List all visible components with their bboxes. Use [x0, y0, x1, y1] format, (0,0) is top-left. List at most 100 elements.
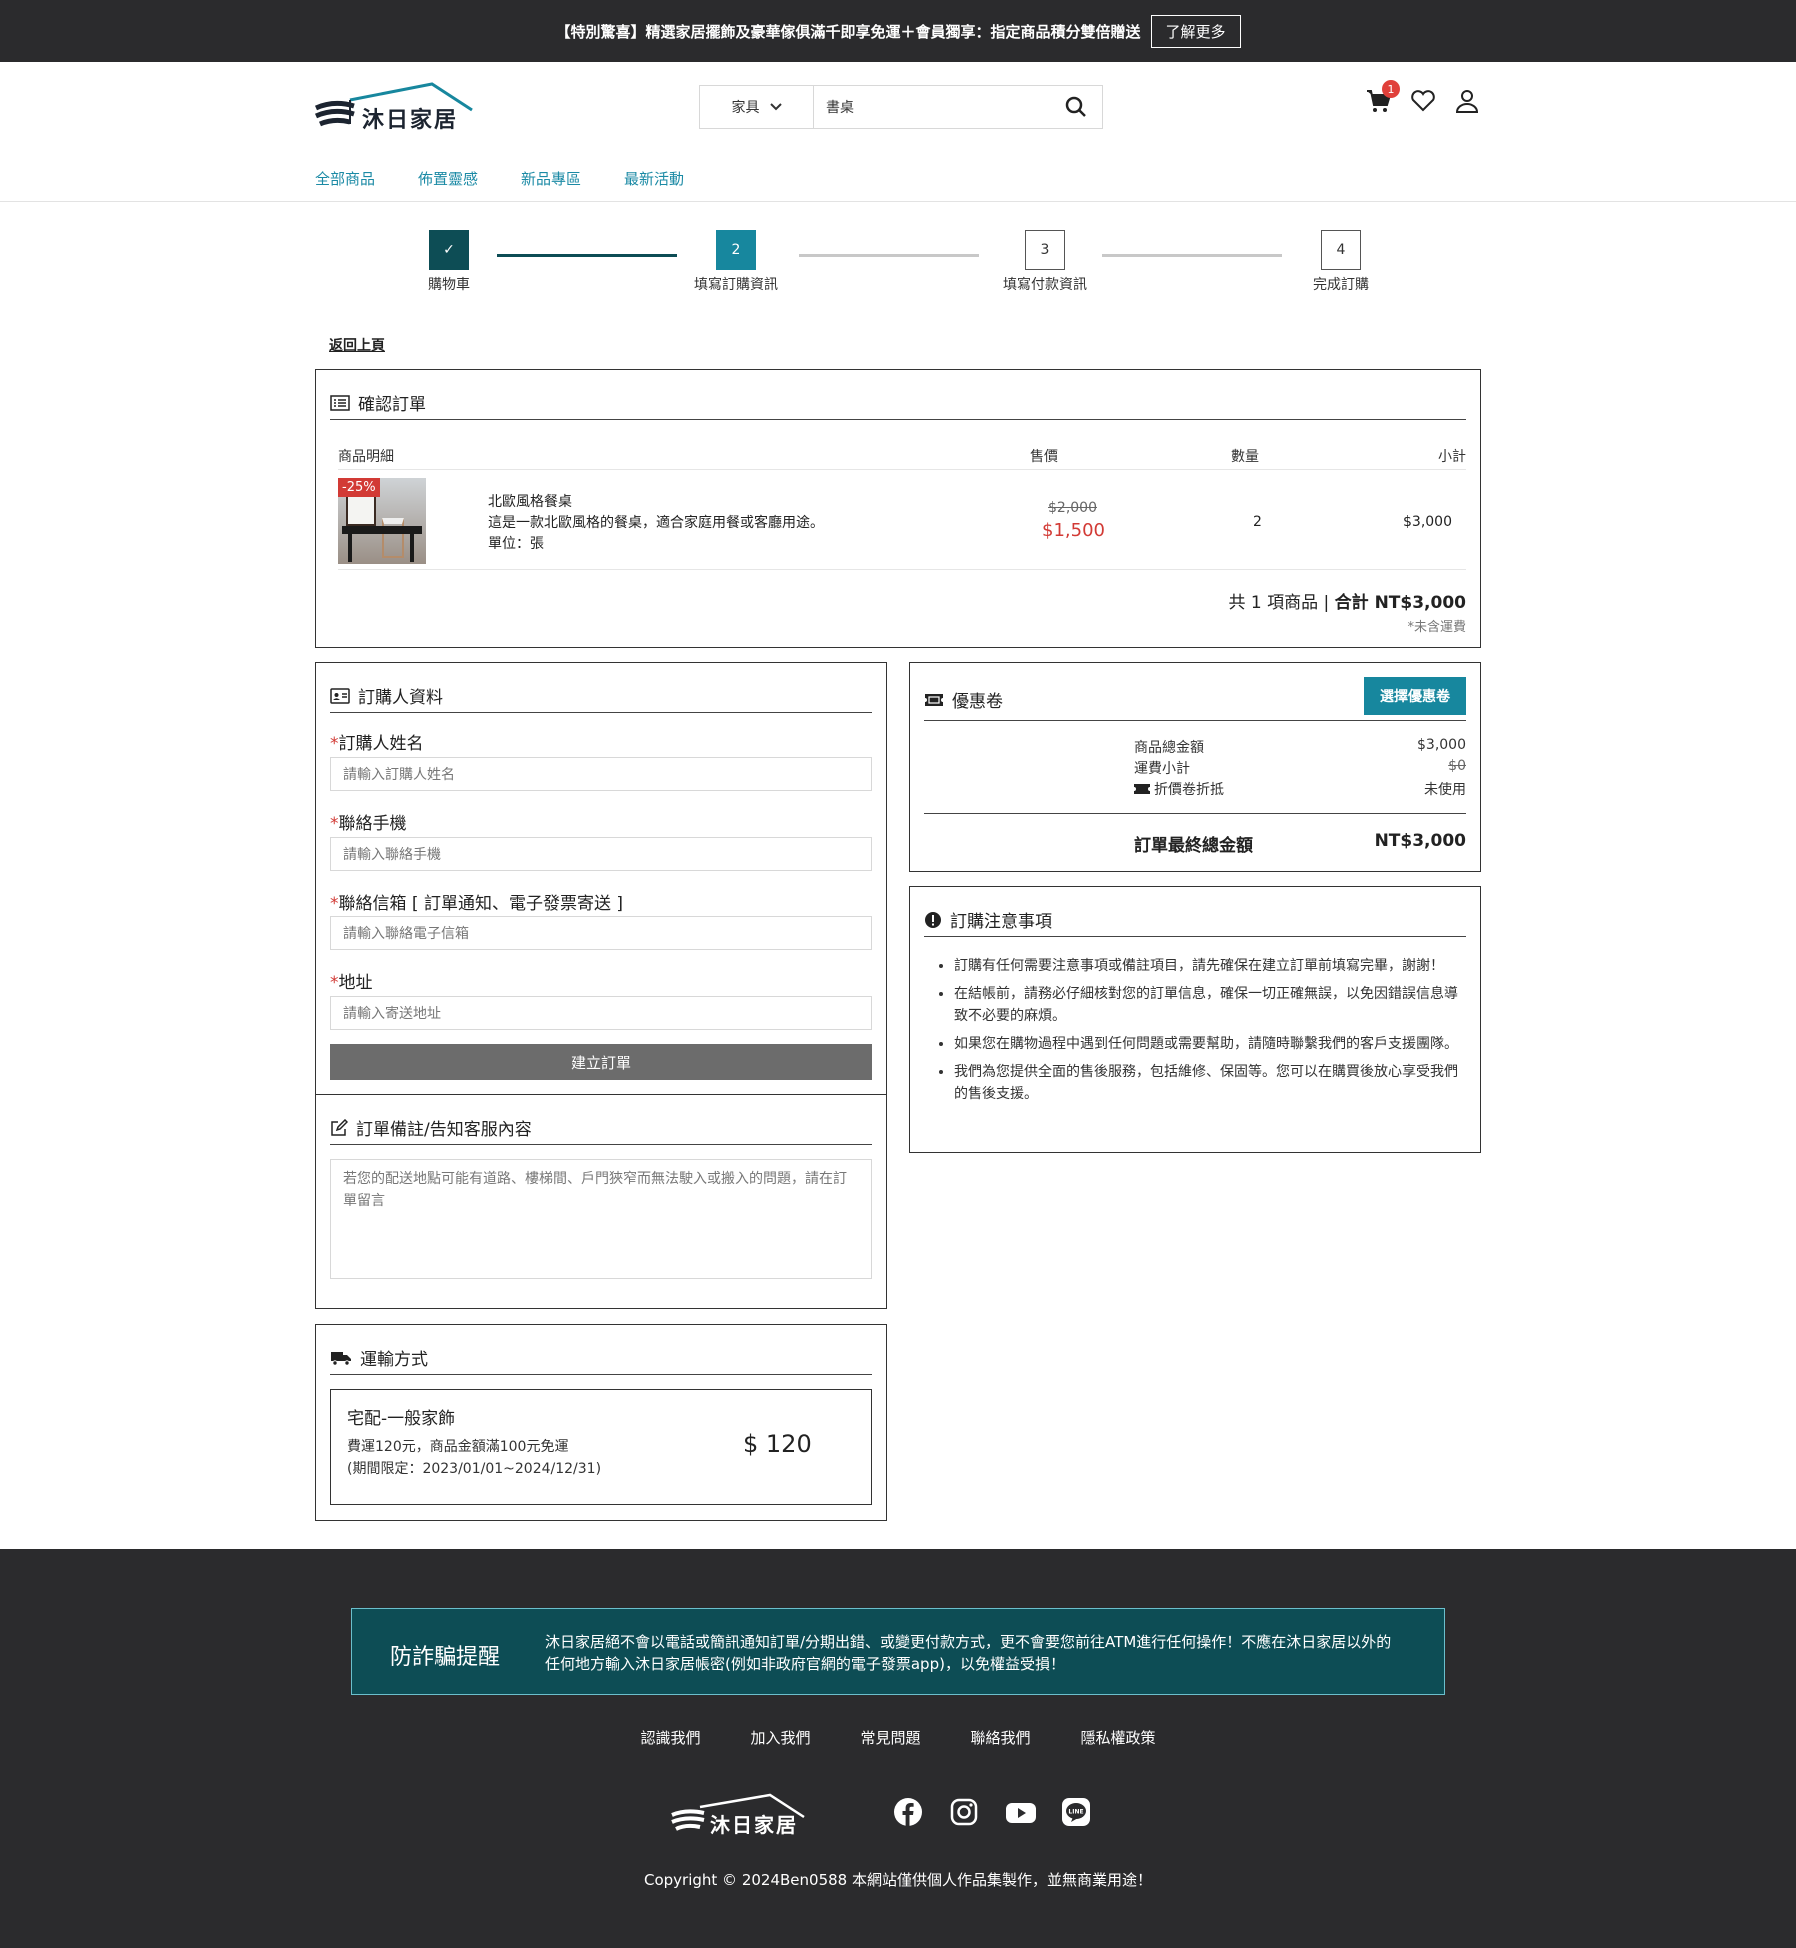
- item-subtotal: $3,000: [1403, 514, 1452, 530]
- step-4-box: 4: [1321, 230, 1361, 270]
- shipping-option-name: 宅配-一般家飾: [347, 1409, 456, 1429]
- col-price: 售價: [1030, 449, 1058, 465]
- order-item-count: 共 1 項商品 |: [1228, 593, 1335, 613]
- shipping-option-price: $ 120: [743, 1430, 812, 1458]
- order-remark-textarea[interactable]: 若您的配送地點可能有道路、樓梯間、戶門狹窄而無法駛入或搬入的問題，請在訂單留言: [330, 1159, 872, 1279]
- anti-fraud-notice: 防詐騙提醒 沐日家居絕不會以電話或簡訊通知訂單/分期出錯、或變更付款方式，更不會…: [351, 1608, 1445, 1695]
- table-row: -25% 北歐風格餐桌 這是一款北歐風格的餐桌，適合家庭用餐或客廳用途。 單位：…: [338, 474, 1466, 570]
- product-description: 這是一款北歐風格的餐桌，適合家庭用餐或客廳用途。: [488, 515, 824, 531]
- learn-more-button[interactable]: 了解更多: [1150, 14, 1241, 48]
- svg-text:LINE: LINE: [1068, 1809, 1083, 1816]
- final-total-label: 訂單最終總金額: [1134, 836, 1253, 856]
- step-4-label: 完成訂購: [1313, 277, 1369, 293]
- email-field[interactable]: 請輸入聯絡電子信箱: [330, 916, 872, 950]
- address-label: *地址: [330, 973, 373, 993]
- footer-logo[interactable]: 沐日家居: [670, 1791, 810, 1841]
- nav-new-arrivals[interactable]: 新品專區: [521, 168, 581, 189]
- address-field[interactable]: 請輸入寄送地址: [330, 996, 872, 1030]
- search-bar: 家具: [699, 85, 1103, 129]
- coupon-card: 優惠卷 選擇優惠卷 商品總金額 $3,000 運費小計 $0 折價卷折抵 未使用 訂…: [909, 662, 1481, 872]
- name-label: *訂購人姓名: [330, 734, 424, 754]
- footer-brand-name: 沐日家居: [710, 1813, 798, 1837]
- order-notice-list: 訂購有任何需要注意事項或備註項目，請先確保在建立訂單前填寫完畢，謝謝！ 在結帳前…: [934, 955, 1460, 1111]
- checkout-steps: ✓ 購物車 2 填寫訂購資訊 3 填寫付款資訊 4 完成訂購: [0, 230, 1796, 300]
- phone-field[interactable]: 請輸入聯絡手機: [330, 837, 872, 871]
- order-notice-title-text: 訂購注意事項: [950, 912, 1052, 932]
- coupon-title-text: 優惠卷: [952, 692, 1003, 712]
- select-coupon-button[interactable]: 選擇優惠卷: [1364, 677, 1466, 715]
- ticket-icon: [925, 693, 943, 706]
- cart-button[interactable]: 1: [1366, 80, 1400, 114]
- product-image[interactable]: -25%: [338, 478, 426, 564]
- step-1-box: ✓: [429, 230, 469, 270]
- item-quantity: 2: [1253, 514, 1262, 530]
- create-order-button[interactable]: 建立訂單: [330, 1044, 872, 1080]
- col-qty: 數量: [1231, 449, 1259, 465]
- promo-bar: 【特別驚喜】精選家居擺飾及豪華傢俱滿千即享免運＋會員獨享：指定商品積分雙倍贈送 …: [0, 0, 1796, 62]
- step-2-label: 填寫訂購資訊: [694, 277, 778, 293]
- back-link[interactable]: 返回上頁: [329, 335, 385, 355]
- footer-link-privacy[interactable]: 隱私權政策: [1081, 1727, 1156, 1748]
- step-3-label: 填寫付款資訊: [1003, 277, 1087, 293]
- discount-badge: -25%: [338, 478, 380, 497]
- line-icon[interactable]: LINE: [1061, 1797, 1091, 1827]
- chevron-down-icon: [769, 103, 782, 111]
- cart-count-badge: 1: [1382, 80, 1400, 98]
- step-3-box: 3: [1025, 230, 1065, 270]
- step-line-3: [1102, 254, 1282, 257]
- search-icon: [1065, 96, 1086, 117]
- site-header: 沐日家居 家具 1 全部商品 佈置靈感 新品專區 最新活動: [0, 62, 1796, 202]
- order-notice-card: 訂購注意事項 訂購有任何需要注意事項或備註項目，請先確保在建立訂單前填寫完畢，謝…: [909, 886, 1481, 1153]
- list-item: 如果您在購物過程中遇到任何問題或需要幫助，請隨時聯繫我們的客戶支援團隊。: [954, 1033, 1460, 1055]
- anti-fraud-title: 防詐騙提醒: [390, 1645, 501, 1670]
- order-remark-title-text: 訂單備註/告知客服內容: [356, 1120, 532, 1140]
- shipping-option[interactable]: 宅配-一般家飾 費運120元，商品金額滿100元免運 (期間限定：2023/01…: [330, 1389, 872, 1505]
- header-icons: 1: [1366, 80, 1480, 114]
- footer-link-contact[interactable]: 聯絡我們: [971, 1727, 1031, 1748]
- footer-link-join[interactable]: 加入我們: [750, 1727, 810, 1748]
- ticket-small-icon: [1134, 784, 1150, 794]
- anti-fraud-text: 沐日家居絕不會以電話或簡訊通知訂單/分期出錯、或變更付款方式，更不會要您前往AT…: [545, 1633, 1392, 1673]
- search-button[interactable]: [1050, 86, 1102, 128]
- step-2-box: 2: [716, 230, 756, 270]
- footer-link-about[interactable]: 認識我們: [640, 1727, 700, 1748]
- buyer-info-card: 訂購人資料 *訂購人姓名 請輸入訂購人姓名 *聯絡手機 請輸入聯絡手機 *聯絡信…: [315, 662, 887, 1095]
- product-info: 北歐風格餐桌 這是一款北歐風格的餐桌，適合家庭用餐或客廳用途。 單位：張: [488, 492, 824, 555]
- order-notice-title: 訂購注意事項: [924, 903, 1466, 937]
- shipping-option-desc: 費運120元，商品金額滿100元免運 (期間限定：2023/01/01~2024…: [347, 1439, 602, 1477]
- coupon-discount-row: 折價卷折抵 未使用: [1134, 779, 1466, 799]
- col-subtotal: 小計: [1438, 449, 1466, 465]
- heart-icon: [1411, 90, 1435, 112]
- truck-icon: [331, 1351, 351, 1366]
- wishlist-button[interactable]: [1410, 88, 1436, 114]
- nav-latest-events[interactable]: 最新活動: [624, 168, 684, 189]
- instagram-icon[interactable]: [949, 1797, 979, 1827]
- main-nav: 全部商品 佈置靈感 新品專區 最新活動: [315, 168, 684, 189]
- confirm-order-card: 確認訂單 商品明細 售價 數量 小計 -25% 北歐風格餐桌 這是一款北歐風格的…: [315, 369, 1481, 648]
- product-unit: 單位：張: [488, 536, 544, 552]
- order-table-header: 商品明細 售價 數量 小計: [338, 440, 1466, 470]
- footer-link-faq[interactable]: 常見問題: [860, 1727, 920, 1748]
- social-links: LINE: [893, 1797, 1091, 1827]
- copyright-text: Copyright © 2024Ben0588 本網站僅供個人作品集製作，並無商…: [644, 1871, 1152, 1889]
- step-line-1: [497, 254, 677, 257]
- nav-all-products[interactable]: 全部商品: [315, 168, 375, 189]
- footer-links: 認識我們 加入我們 常見問題 聯絡我們 隱私權政策: [0, 1727, 1796, 1748]
- confirm-order-title-text: 確認訂單: [358, 395, 426, 415]
- youtube-icon[interactable]: [1005, 1797, 1036, 1827]
- step-1-label: 購物車: [428, 277, 470, 293]
- nav-inspiration[interactable]: 佈置靈感: [418, 168, 478, 189]
- name-field[interactable]: 請輸入訂購人姓名: [330, 757, 872, 791]
- goods-total-row: 商品總金額 $3,000: [1134, 737, 1466, 756]
- search-input[interactable]: [814, 86, 1050, 128]
- shipping-method-card: 運輸方式 宅配-一般家飾 費運120元，商品金額滿100元免運 (期間限定：20…: [315, 1324, 887, 1521]
- edit-icon: [331, 1118, 348, 1136]
- search-category-select[interactable]: 家具: [700, 86, 814, 128]
- list-item: 訂購有任何需要注意事項或備註項目，請先確保在建立訂單前填寫完畢，謝謝！: [954, 955, 1460, 977]
- shipping-excluded-note: *未含運費: [1407, 620, 1466, 635]
- phone-label: *聯絡手機: [330, 814, 407, 834]
- facebook-icon[interactable]: [893, 1797, 923, 1827]
- shipping-method-title-text: 運輸方式: [360, 1350, 428, 1370]
- account-button[interactable]: [1454, 88, 1480, 114]
- brand-logo[interactable]: 沐日家居: [314, 80, 474, 136]
